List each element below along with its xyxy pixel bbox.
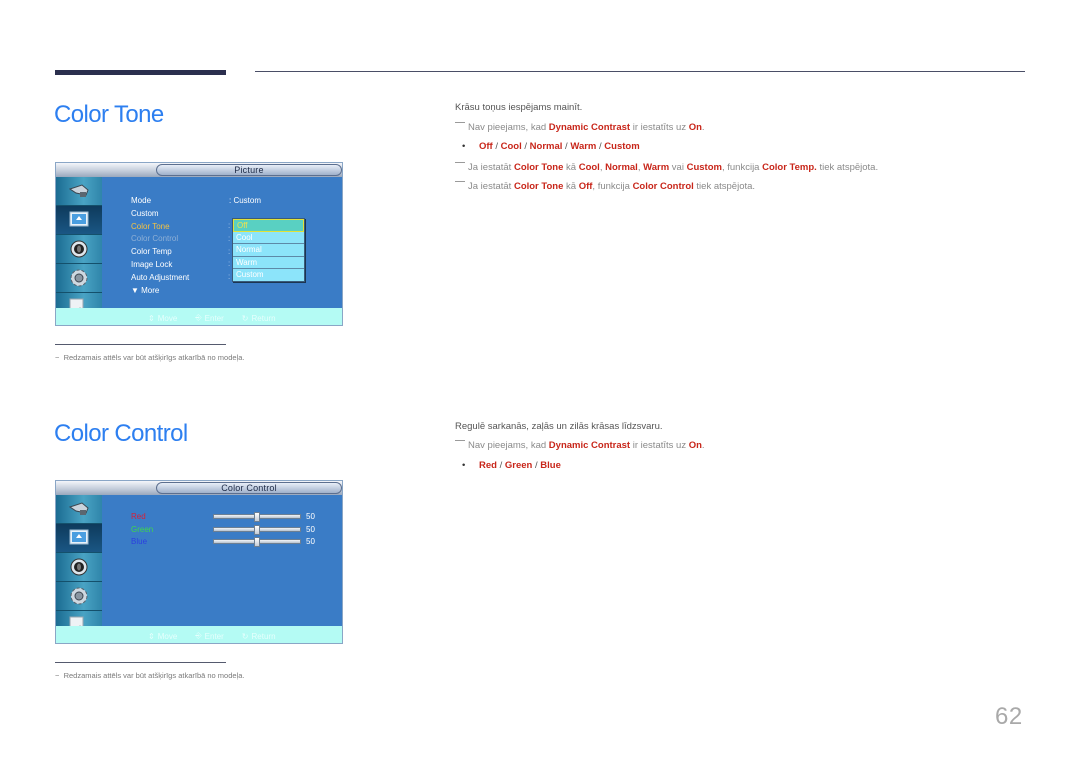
sidebar-item-picture[interactable] <box>56 524 102 553</box>
section-title-color-tone: Color Tone <box>54 101 164 128</box>
slider-blue[interactable] <box>213 537 301 547</box>
sidebar-item-sound[interactable] <box>56 235 102 264</box>
menu-item-color-temp[interactable]: Color Temp <box>131 246 189 259</box>
dropdown-option-off[interactable]: Off <box>233 219 304 232</box>
footer-move: ⇕ Move <box>148 631 177 641</box>
color-control-labels: Red Green Blue <box>131 511 153 549</box>
footer-notch <box>102 298 142 308</box>
color-tone-options: • Off / Cool / Normal / Warm / Custom <box>462 141 640 152</box>
footer-enter: ⎆ Enter <box>195 313 224 323</box>
color-tone-note-1: Nav pieejams, kad Dynamic Contrast ir ie… <box>455 122 705 133</box>
footer-move-label: Move <box>157 631 178 641</box>
menu-item-color-control: Color Control <box>131 234 179 244</box>
slider-label-blue[interactable]: Blue <box>131 536 153 549</box>
osd-footer: ⇕ Move ⎆ Enter ↻ Return <box>56 308 342 325</box>
section-title-color-control: Color Control <box>54 420 188 447</box>
color-tone-dropdown[interactable]: Off Cool Normal Warm Custom <box>232 218 305 282</box>
sound-icon <box>70 558 88 576</box>
setup-icon <box>70 587 88 605</box>
osd-header: Color Control <box>56 481 342 495</box>
slider-red[interactable] <box>213 512 301 522</box>
footer-enter: ⎆ Enter <box>195 631 224 641</box>
dropdown-option-custom[interactable]: Custom <box>233 269 304 282</box>
osd-header: Picture <box>56 163 342 177</box>
footnote-color-tone: − Redzamais attēls var būt atšķirīgs atk… <box>55 353 245 362</box>
footer-enter-label: Enter <box>204 631 224 641</box>
footer-return-label: Return <box>251 313 276 323</box>
dropdown-option-normal[interactable]: Normal <box>233 244 304 257</box>
menu-item-more[interactable]: ▼ More <box>131 285 189 298</box>
footer-enter-label: Enter <box>204 313 224 323</box>
footer-move-label: Move <box>157 313 178 323</box>
mode-value: : Custom <box>229 196 262 205</box>
slider-red-knob[interactable] <box>254 512 260 522</box>
enter-icon: ⎆ <box>195 631 202 640</box>
footnote-color-control: − Redzamais attēls var būt atšķirīgs atk… <box>55 671 245 680</box>
osd-menu-list: Mode Custom Color Tone Color Control Col… <box>131 195 189 297</box>
osd-sidebar <box>56 177 102 325</box>
slider-blue-knob[interactable] <box>254 537 260 547</box>
menu-item-mode[interactable]: Mode <box>131 195 189 208</box>
sidebar-item-input[interactable] <box>56 177 102 206</box>
osd-color-control-menu: Color Control Red Green Blue 50 50 50 ⇕ M… <box>55 480 343 644</box>
slider-blue-value: 50 <box>306 537 315 546</box>
sidebar-item-picture[interactable] <box>56 206 102 235</box>
color-control-intro: Regulē sarkanās, zaļās un zilās krāsas l… <box>455 421 663 432</box>
color-control-note-1: Nav pieejams, kad Dynamic Contrast ir ie… <box>455 440 705 451</box>
footer-return: ↻ Return <box>242 631 276 641</box>
footnote-text: Redzamais attēls var būt atšķirīgs atkar… <box>63 353 245 362</box>
input-icon <box>68 184 89 197</box>
input-icon <box>68 502 89 515</box>
return-icon: ↻ <box>241 631 249 641</box>
move-icon: ⇕ <box>148 313 155 323</box>
page-number: 62 <box>995 703 1023 730</box>
footer-return: ↻ Return <box>242 313 276 323</box>
header-bar-thick <box>55 70 226 75</box>
slider-label-red[interactable]: Red <box>131 511 153 524</box>
color-tone-note-2: Ja iestatāt Color Tone kā Cool, Normal, … <box>455 162 878 173</box>
footer-move: ⇕ Move <box>148 313 177 323</box>
sidebar-item-setup[interactable] <box>56 582 102 611</box>
return-icon: ↻ <box>241 313 249 323</box>
sidebar-item-sound[interactable] <box>56 553 102 582</box>
osd-sidebar <box>56 495 102 643</box>
color-control-options: • Red / Green / Blue <box>462 460 561 471</box>
osd-header-title: Picture <box>156 164 342 176</box>
dropdown-option-cool[interactable]: Cool <box>233 232 304 245</box>
footer-return-label: Return <box>251 631 276 641</box>
sidebar-item-input[interactable] <box>56 495 102 524</box>
slider-green-knob[interactable] <box>254 524 260 535</box>
slider-red-value: 50 <box>306 512 315 521</box>
menu-item-custom[interactable]: Custom <box>131 208 189 221</box>
slider-label-green[interactable]: Green <box>131 524 153 537</box>
dropdown-option-warm[interactable]: Warm <box>233 257 304 270</box>
menu-item-auto-adjustment[interactable]: Auto Adjustment <box>131 272 189 285</box>
value-colons: ::::: <box>228 221 231 282</box>
sound-icon <box>70 240 88 258</box>
sidebar-item-setup[interactable] <box>56 264 102 293</box>
slider-green-value: 50 <box>306 524 315 534</box>
footnote-text: Redzamais attēls var būt atšķirīgs atkar… <box>63 671 245 680</box>
color-tone-intro: Krāsu toņus iespējams mainīt. <box>455 102 583 113</box>
setup-icon <box>70 269 88 287</box>
footnote-rule <box>55 344 226 345</box>
osd-footer: ⇕ Move ⎆ Enter ↻ Return <box>56 626 342 643</box>
move-icon: ⇕ <box>148 631 155 641</box>
menu-item-color-tone[interactable]: Color Tone <box>131 221 189 234</box>
osd-header-title: Color Control <box>156 482 342 494</box>
picture-icon <box>69 211 89 227</box>
picture-icon <box>69 529 89 545</box>
color-tone-note-3: Ja iestatāt Color Tone kā Off, funkcija … <box>455 181 755 192</box>
osd-picture-menu: Picture Mode Custom Color Tone Color Con… <box>55 162 343 326</box>
enter-icon: ⎆ <box>195 313 202 322</box>
footnote-rule <box>55 662 226 663</box>
header-rule <box>255 71 1025 72</box>
slider-green[interactable] <box>213 524 301 535</box>
menu-item-image-lock[interactable]: Image Lock <box>131 259 189 272</box>
footer-notch <box>102 616 142 626</box>
